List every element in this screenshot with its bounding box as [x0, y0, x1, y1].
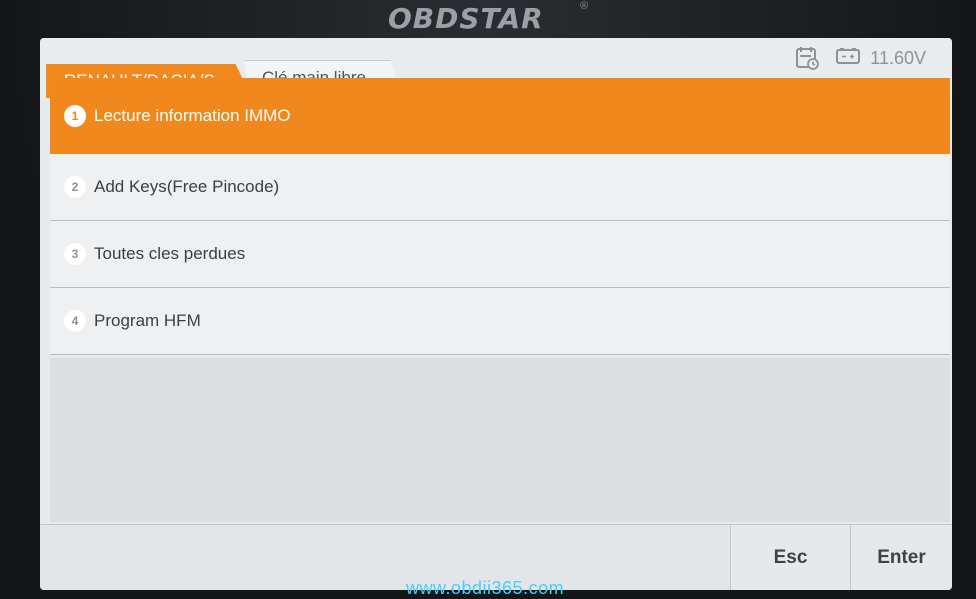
calendar-clock-icon[interactable] [794, 45, 820, 71]
menu-item-number: 3 [64, 243, 86, 265]
menu-item-label: Program HFM [94, 311, 201, 330]
brand-logo: OBDSTAR [388, 2, 544, 35]
enter-button[interactable]: Enter [850, 525, 952, 590]
esc-button[interactable]: Esc [730, 525, 850, 590]
menu-item-program-hfm[interactable]: 4 Program HFM [50, 288, 950, 355]
brand-registered-mark: ® [580, 0, 589, 12]
menu-empty-area [50, 358, 950, 522]
battery-voltage: 11.60V [870, 47, 926, 68]
menu-item-label: Add Keys(Free Pincode) [94, 177, 280, 196]
battery-icon [836, 47, 862, 70]
watermark-url: www.obdii365.com [406, 578, 565, 598]
device-screen: RENAULT/DACIA/S... Clé main libre [40, 38, 952, 590]
menu-item-number: 2 [64, 176, 86, 198]
device-frame: OBDSTAR ® RENAULT/DACIA/S... Clé main li… [0, 0, 976, 599]
menu-item-number: 1 [64, 105, 86, 127]
menu-item-label: Toutes cles perdues [94, 244, 246, 263]
status-area: 11.60V [794, 44, 926, 72]
menu-item-lecture-information-immo[interactable]: 1 Lecture information IMMO [50, 78, 950, 154]
menu-item-toutes-cles-perdues[interactable]: 3 Toutes cles perdues [50, 221, 950, 288]
menu-item-add-keys[interactable]: 2 Add Keys(Free Pincode) [50, 154, 950, 221]
function-menu: 1 Lecture information IMMO 2 Add Keys(Fr… [50, 78, 950, 355]
menu-item-number: 4 [64, 310, 86, 332]
menu-item-label: Lecture information IMMO [94, 106, 291, 125]
battery-status: 11.60V [836, 47, 926, 70]
